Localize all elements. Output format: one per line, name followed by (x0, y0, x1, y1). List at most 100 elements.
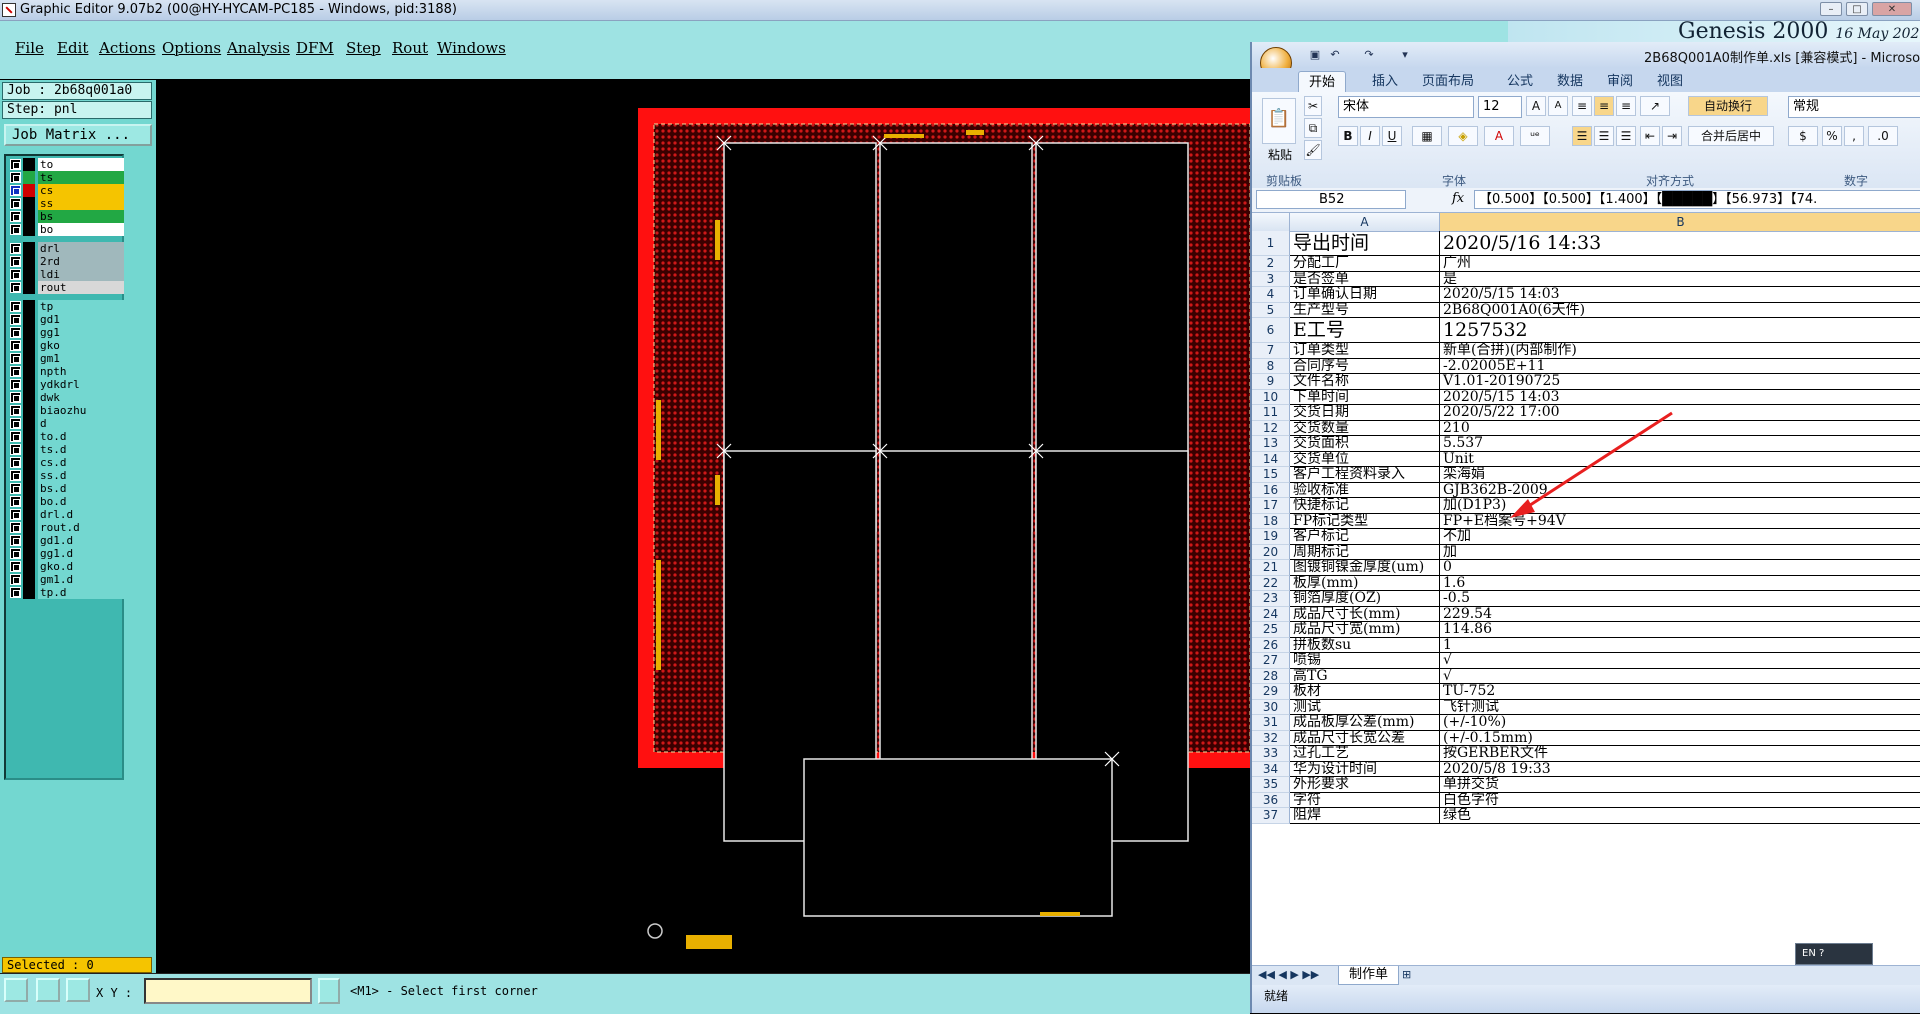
italic-icon[interactable]: I (1360, 126, 1380, 146)
row-number[interactable]: 5 (1252, 302, 1290, 318)
row-number[interactable]: 36 (1252, 792, 1290, 808)
layer-checkbox[interactable] (10, 574, 21, 585)
cell-field-name[interactable]: 是否签单 (1290, 271, 1440, 287)
layer-checkbox[interactable] (10, 269, 21, 280)
cell-field-value[interactable]: -0.5 (1440, 591, 1920, 607)
cell-field-name[interactable]: 交货单位 (1290, 451, 1440, 467)
cell-field-value[interactable]: (+/-10%) (1440, 715, 1920, 731)
shrink-font-icon[interactable]: A (1548, 96, 1568, 116)
layer-checkbox[interactable] (10, 444, 21, 455)
menu-options[interactable]: Options (162, 39, 221, 57)
cell-field-name[interactable]: 客户标记 (1290, 529, 1440, 545)
save-icon[interactable]: ▣ (1308, 48, 1322, 62)
cell-field-value[interactable]: 不加 (1440, 529, 1920, 545)
zoom-window-icon[interactable] (4, 978, 28, 1002)
layer-row-ts-d[interactable]: ts.d (8, 443, 124, 456)
cell-field-name[interactable]: 验收标准 (1290, 482, 1440, 498)
layer-checkbox[interactable] (10, 340, 21, 351)
row-number[interactable]: 23 (1252, 591, 1290, 607)
layer-row-gm1[interactable]: gm1 (8, 352, 124, 365)
cell-field-name[interactable]: 订单类型 (1290, 343, 1440, 359)
layer-checkbox[interactable] (10, 353, 21, 364)
cell-field-name[interactable]: 外形要求 (1290, 777, 1440, 793)
close-button[interactable]: ✕ (1872, 2, 1912, 16)
cell-field-name[interactable]: 周期标记 (1290, 544, 1440, 560)
layer-row-ydkdrl[interactable]: ydkdrl (8, 378, 124, 391)
cell-field-value[interactable]: V1.01-20190725 (1440, 374, 1920, 390)
font-size-combo[interactable]: 12 (1478, 96, 1522, 118)
minimize-button[interactable]: – (1820, 2, 1842, 16)
row-number[interactable]: 22 (1252, 575, 1290, 591)
number-format-combo[interactable]: 常规 (1788, 96, 1920, 118)
row-number[interactable]: 35 (1252, 777, 1290, 793)
layer-row-2rd[interactable]: 2rd (8, 255, 124, 268)
layer-row-rout-d[interactable]: rout.d (8, 521, 124, 534)
cell-field-value[interactable]: FP+E档案号+94V (1440, 514, 1920, 529)
align-top-icon[interactable]: ≡ (1572, 96, 1592, 116)
layer-row-tp-d[interactable]: tp.d (8, 586, 124, 599)
ime-indicator[interactable]: EN ? (1795, 943, 1873, 965)
layer-row-dwk[interactable]: dwk (8, 391, 124, 404)
pcb-unit[interactable] (803, 758, 1113, 917)
layer-row-bo-d[interactable]: bo.d (8, 495, 124, 508)
layer-row-gm1-d[interactable]: gm1.d (8, 573, 124, 586)
graphic-canvas[interactable] (156, 80, 1251, 973)
cell-field-name[interactable]: 铜箔厚度(OZ) (1290, 591, 1440, 607)
layer-row-gg1[interactable]: gg1 (8, 326, 124, 339)
layer-checkbox[interactable] (10, 301, 21, 312)
row-number[interactable]: 31 (1252, 715, 1290, 731)
layer-checkbox[interactable] (10, 535, 21, 546)
align-right-icon[interactable]: ☰ (1616, 126, 1636, 146)
paste-icon[interactable]: 📋 (1262, 98, 1296, 144)
layer-row-gg1-d[interactable]: gg1.d (8, 547, 124, 560)
cell-field-name[interactable]: 板厚(mm) (1290, 575, 1440, 591)
insert-function-icon[interactable]: fx (1452, 191, 1464, 206)
name-box[interactable]: B52 (1256, 190, 1406, 209)
cell-field-name[interactable]: 订单确认日期 (1290, 287, 1440, 303)
cell-field-value[interactable]: 2020/5/15 14:03 (1440, 287, 1920, 303)
help-icon[interactable]: ? (1819, 948, 1824, 959)
layer-row-gd1[interactable]: gd1 (8, 313, 124, 326)
cell-field-name[interactable]: 下单时间 (1290, 389, 1440, 405)
row-number[interactable]: 30 (1252, 699, 1290, 715)
row-number[interactable]: 37 (1252, 808, 1290, 824)
cell-field-name[interactable]: 导出时间 (1290, 231, 1440, 256)
cell-field-name[interactable]: 字符 (1290, 792, 1440, 808)
row-number[interactable]: 32 (1252, 730, 1290, 746)
cell-field-value[interactable]: 白色字符 (1440, 793, 1920, 808)
layer-row-bs-d[interactable]: bs.d (8, 482, 124, 495)
formula-input[interactable]: 【0.500】【0.500】【1.400】【█████】【56.973】【74. (1474, 190, 1920, 209)
layer-row-ss-d[interactable]: ss.d (8, 469, 124, 482)
row-number[interactable]: 1 (1252, 231, 1290, 256)
borders-icon[interactable]: ▦ (1412, 126, 1442, 146)
cell-field-value[interactable]: 1 (1440, 638, 1920, 653)
layer-checkbox[interactable] (10, 561, 21, 572)
cell-field-value[interactable]: 加(D1P3) (1440, 498, 1920, 514)
worksheet-grid[interactable]: A B 1 导出时间 2020/5/16 14:33 2 分配工厂 广州 3 是否签单是 4 订单… (1252, 213, 1920, 965)
align-center-icon[interactable]: ☰ (1594, 126, 1614, 146)
row-number[interactable]: 27 (1252, 653, 1290, 669)
job-matrix-button[interactable]: Job Matrix ... (4, 124, 152, 146)
layer-row-cs[interactable]: cs (8, 184, 124, 197)
cell-field-value[interactable]: 单拼交货 (1440, 777, 1920, 793)
row-number[interactable]: 4 (1252, 287, 1290, 303)
layer-checkbox[interactable] (10, 314, 21, 325)
fill-color-icon[interactable]: ◈ (1448, 126, 1478, 146)
row-number[interactable]: 17 (1252, 498, 1290, 514)
cell-field-value[interactable]: 栾海娟 (1440, 467, 1920, 483)
align-middle-icon[interactable]: ≡ (1594, 96, 1614, 116)
row-number[interactable]: 29 (1252, 684, 1290, 700)
layer-checkbox[interactable] (10, 256, 21, 267)
layer-checkbox[interactable] (10, 457, 21, 468)
layer-checkbox[interactable] (10, 418, 21, 429)
layer-row-bo[interactable]: bo (8, 223, 124, 236)
tab-view[interactable]: 视图 (1647, 71, 1693, 92)
cell-field-name[interactable]: FP标记类型 (1290, 513, 1440, 529)
layer-checkbox[interactable] (10, 379, 21, 390)
layer-checkbox[interactable] (10, 159, 21, 170)
row-number[interactable]: 12 (1252, 420, 1290, 436)
row-number[interactable]: 3 (1252, 271, 1290, 287)
row-number[interactable]: 21 (1252, 560, 1290, 576)
cell-field-name[interactable]: E工号 (1290, 318, 1440, 343)
sheet-nav-arrows-icon[interactable]: ◀◀ ◀ ▶ ▶▶ (1258, 968, 1319, 981)
